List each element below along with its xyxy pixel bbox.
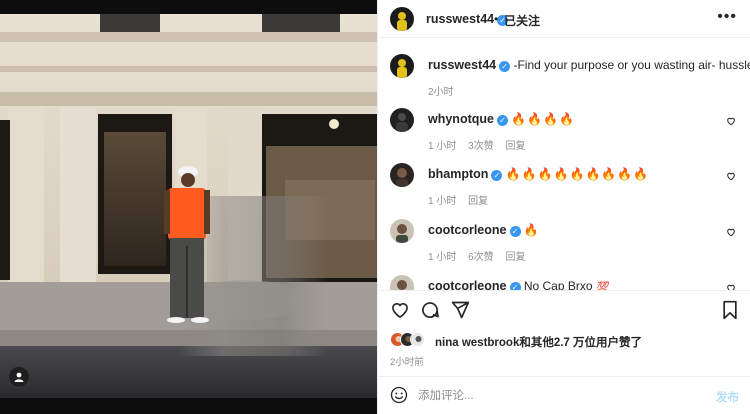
comment-text: 🔥 [523,223,540,237]
comment-time: 1 小时 [428,196,457,207]
add-comment-bar: 发布 [378,376,750,414]
comment-meta: 1 小时 3次赞 回复 [428,137,534,152]
comment-heart-icon[interactable] [726,116,736,126]
verified-icon: ✓ [509,226,521,237]
tag-person-icon [14,372,24,382]
caption-username[interactable]: russwest44 [428,58,496,72]
caption-text: -Find your purpose or you wasting air- h… [513,58,750,72]
comment-text: 🔥🔥🔥🔥 [511,112,576,126]
reply-button[interactable]: 回复 [468,196,488,207]
comment-text-line: whynotque ✓ 🔥🔥🔥🔥 [428,112,575,127]
comment-text-line: cootcorleone ✓ 🔥 [428,223,540,238]
comment-time: 1 小时 [428,141,457,152]
comment-text: No Cap Brxo [523,279,593,290]
comment-username[interactable]: bhampton [428,167,488,181]
comment-time: 1 小时 [428,252,457,263]
comment-avatar[interactable] [390,108,414,132]
post-actions-bar [378,290,750,328]
comment-like-count[interactable]: 3次赞 [468,141,494,152]
tag-person-button[interactable] [8,366,30,388]
comment-text-line: cootcorleone ✓ No Cap Brxo 💯 [428,279,608,290]
reply-button[interactable]: 回复 [505,252,525,263]
following-button[interactable]: 已关注 [504,12,540,29]
bookmark-icon[interactable] [721,300,739,320]
comment-meta: 1 小时 6次赞 回复 [428,248,534,263]
comment-username[interactable]: whynotque [428,112,494,126]
likes-summary[interactable]: nina westbrook和其他2.7 万位用户赞了 [390,332,740,350]
comment-username[interactable]: cootcorleone [428,279,507,290]
caption-meta: 2小时 [428,83,463,98]
reply-button[interactable]: 回复 [505,141,525,152]
post-header: russwest44 ✓ • 已关注 ••• [378,0,750,38]
verified-icon: ✓ [496,115,508,126]
comment-text: 🔥🔥🔥🔥🔥🔥🔥🔥🔥 [505,167,650,181]
post-timestamp[interactable]: 2小时前 [390,354,424,368]
liker-avatar [410,332,425,347]
emoji-icon[interactable] [390,386,408,404]
comment-heart-icon[interactable] [726,227,736,237]
verified-icon: ✓ [509,282,521,290]
hundred-emoji: 💯 [595,282,609,290]
header-separator: • [494,12,499,26]
comments-list: russwest44 ✓ -Find your purpose or you wa… [378,38,750,290]
author-avatar[interactable] [390,7,414,31]
comment-icon[interactable] [420,300,440,320]
comment-like-count[interactable]: 6次赞 [468,252,494,263]
likes-text: nina westbrook和其他2.7 万位用户赞了 [435,337,643,349]
post-comment-button[interactable]: 发布 [716,389,739,405]
caption-text-line: russwest44 ✓ -Find your purpose or you wa… [428,58,750,73]
more-options-icon[interactable]: ••• [717,8,737,26]
post-photo [0,0,377,414]
comment-text-line: bhampton ✓ 🔥🔥🔥🔥🔥🔥🔥🔥🔥 [428,167,649,182]
verified-icon: ✓ [499,61,511,72]
comment-avatar[interactable] [390,275,414,290]
comment-avatar[interactable] [390,163,414,187]
verified-icon: ✓ [491,170,503,181]
caption-time: 2小时 [428,87,454,98]
caption-avatar[interactable] [390,54,414,78]
heart-icon[interactable] [390,300,410,320]
post-side-panel: russwest44 ✓ • 已关注 ••• russwest44 ✓ -Find … [377,0,750,414]
comment-input[interactable] [418,386,698,406]
comment-username[interactable]: cootcorleone [428,223,507,237]
comment-meta: 1 小时 回复 [428,192,497,207]
comment-heart-icon[interactable] [726,283,736,290]
comment-avatar[interactable] [390,219,414,243]
share-icon[interactable] [450,300,470,320]
comment-heart-icon[interactable] [726,171,736,181]
street-scene-image [0,0,377,414]
